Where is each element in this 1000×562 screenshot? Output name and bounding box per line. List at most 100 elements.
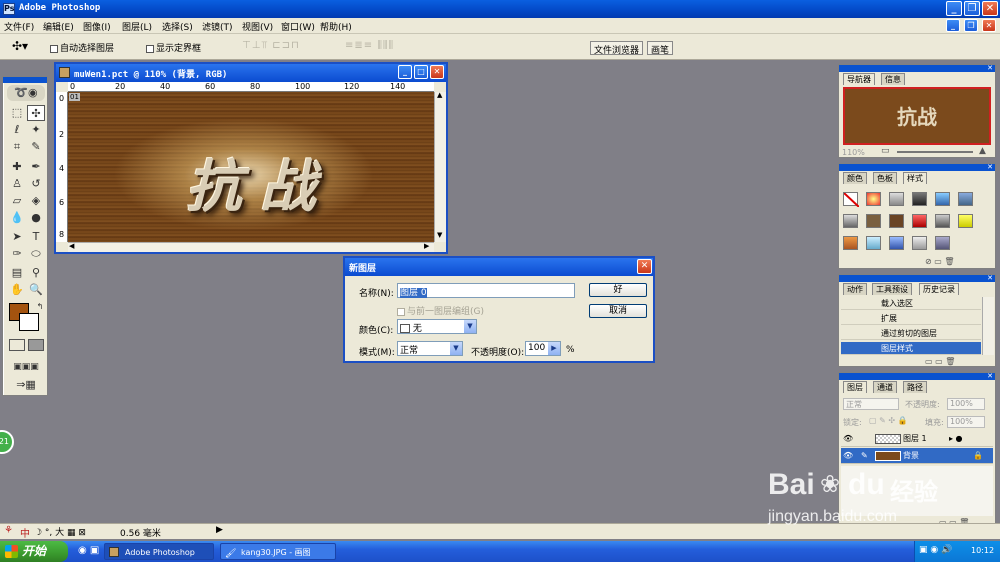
ime-options-icons[interactable]: ☽ °, 大 ▦ ⊠ xyxy=(34,525,86,538)
standard-mode-icon[interactable] xyxy=(9,339,25,351)
blur-tool-icon[interactable]: 💧 xyxy=(8,210,26,226)
panel-footer-icons[interactable]: ▭ ▭ 🗑 xyxy=(925,357,955,366)
show-bounds-checkbox[interactable]: 显示定界框 xyxy=(146,41,201,54)
opacity-field[interactable]: 100 ▶ xyxy=(525,341,561,356)
zoom-in-icon[interactable]: ▲ xyxy=(979,146,986,156)
style-swatch[interactable] xyxy=(866,192,881,206)
style-swatch[interactable] xyxy=(843,236,858,250)
layer-row[interactable]: 👁 图层 1 ▸ ● xyxy=(841,431,993,447)
slice-tool-icon[interactable]: ✎ xyxy=(27,139,45,155)
tab-actions[interactable]: 动作 xyxy=(843,283,867,295)
dodge-tool-icon[interactable]: ● xyxy=(27,210,45,226)
panel-footer-icons[interactable]: ⊘ ▭ 🗑 xyxy=(925,257,955,266)
history-item[interactable]: 通过剪切的图层 xyxy=(841,327,981,340)
style-swatch[interactable] xyxy=(935,236,950,250)
style-swatch[interactable] xyxy=(958,192,973,206)
task-paint[interactable]: 🖌 kang30.JPG - 画图 xyxy=(220,543,336,560)
tab-channels[interactable]: 通道 xyxy=(873,381,897,393)
panel-close-icon[interactable]: ✕ xyxy=(987,64,993,72)
zoom-slider[interactable] xyxy=(897,151,973,153)
style-swatch[interactable] xyxy=(866,214,881,228)
cancel-button[interactable]: 取消 xyxy=(589,304,647,318)
history-item[interactable]: 扩展 xyxy=(841,312,981,325)
clone-stamp-tool-icon[interactable]: ♙ xyxy=(8,176,26,192)
menu-layer[interactable]: 图层(L) xyxy=(122,20,152,33)
tab-paths[interactable]: 路径 xyxy=(903,381,927,393)
dialog-title-bar[interactable]: 新图层 ✕ xyxy=(345,258,653,276)
shape-tool-icon[interactable]: ⬭ xyxy=(27,246,45,262)
tab-info[interactable]: 信息 xyxy=(881,73,905,85)
photoshop-logo-icon[interactable]: ➰◉ xyxy=(7,85,45,101)
chevron-right-icon[interactable]: ▶ xyxy=(548,342,560,355)
color-select[interactable]: 无 ▼ xyxy=(397,319,477,334)
lasso-tool-icon[interactable]: ℓ xyxy=(8,122,26,138)
navigator-zoom[interactable]: 110% xyxy=(842,148,865,157)
image-canvas[interactable]: 01 抗战 xyxy=(68,92,434,242)
style-swatch[interactable] xyxy=(912,192,927,206)
ime-toolbar-icon[interactable]: ⚘ xyxy=(4,525,13,536)
menu-window[interactable]: 窗口(W) xyxy=(281,20,315,33)
screen-mode-icons[interactable]: ▣▣▣ xyxy=(6,359,46,375)
close-button[interactable]: ✕ xyxy=(982,1,998,16)
task-photoshop[interactable]: Adobe Photoshop xyxy=(104,543,214,560)
menu-image[interactable]: 图像(I) xyxy=(83,20,111,33)
style-swatch[interactable] xyxy=(912,214,927,228)
visibility-eye-icon[interactable]: 👁 xyxy=(843,431,853,447)
menu-help[interactable]: 帮助(H) xyxy=(320,20,352,33)
scroll-down-icon[interactable]: ▼ xyxy=(437,231,442,239)
history-brush-tool-icon[interactable]: ↺ xyxy=(27,176,45,192)
auto-select-checkbox[interactable]: 自动选择图层 xyxy=(50,41,114,54)
start-button[interactable]: 开始 xyxy=(0,541,68,562)
mode-select[interactable]: 正常 ▼ xyxy=(397,341,463,356)
layer-row-selected[interactable]: 👁 ✎ 背景 🔒 xyxy=(841,448,993,464)
panel-close-icon[interactable]: ✕ xyxy=(987,163,993,171)
visibility-eye-icon[interactable]: 👁 xyxy=(843,448,853,464)
tab-layers[interactable]: 图层 xyxy=(843,381,867,393)
tab-color[interactable]: 颜色 xyxy=(843,172,867,184)
background-color-swatch[interactable] xyxy=(19,313,39,331)
menu-filter[interactable]: 滤镜(T) xyxy=(202,20,233,33)
clock[interactable]: 10:12 xyxy=(971,546,994,555)
vertical-scrollbar[interactable]: ▲ ▼ xyxy=(434,91,446,242)
quick-launch-icons[interactable]: ◉ ▣ xyxy=(78,545,99,556)
horizontal-scrollbar[interactable]: ◀ ▶ xyxy=(68,242,434,252)
dialog-close-button[interactable]: ✕ xyxy=(637,259,652,274)
style-swatch[interactable] xyxy=(958,214,973,228)
document-minimize-button[interactable]: _ xyxy=(398,65,412,79)
marquee-tool-icon[interactable]: ⬚ xyxy=(8,105,26,121)
eyedropper-tool-icon[interactable]: ⚲ xyxy=(27,265,45,281)
type-tool-icon[interactable]: T xyxy=(27,229,45,245)
fill-field[interactable]: 100% xyxy=(947,416,985,428)
quick-mask-icon[interactable] xyxy=(28,339,44,351)
tab-styles[interactable]: 样式 xyxy=(903,172,927,184)
doc-restore-button[interactable]: ❐ xyxy=(964,19,978,32)
distribute-icons[interactable]: ≡≣≡ ⫼⫼⫼ xyxy=(345,40,394,51)
tab-swatches[interactable]: 色板 xyxy=(873,172,897,184)
ok-button[interactable]: 好 xyxy=(589,283,647,297)
ime-mode[interactable]: 中 xyxy=(20,525,30,540)
layer-name-field[interactable]: 图层 0 xyxy=(397,283,575,298)
history-item-selected[interactable]: 图层样式 xyxy=(841,342,981,355)
tab-file-browser[interactable]: 文件浏览器 xyxy=(590,41,644,56)
history-scrollbar[interactable] xyxy=(982,297,994,355)
style-swatch[interactable] xyxy=(866,236,881,250)
doc-close-button[interactable]: ✕ xyxy=(982,19,996,32)
crop-tool-icon[interactable]: ⌗ xyxy=(8,139,26,155)
tab-brushes[interactable]: 画笔 xyxy=(647,41,674,56)
navigator-thumbnail[interactable]: 抗战 xyxy=(843,87,991,145)
style-swatch[interactable] xyxy=(935,214,950,228)
menu-view[interactable]: 视图(V) xyxy=(242,20,273,33)
magic-wand-tool-icon[interactable]: ✦ xyxy=(27,122,45,138)
brush-tool-icon[interactable]: ✒ xyxy=(27,159,45,175)
notes-tool-icon[interactable]: ▤ xyxy=(8,265,26,281)
zoom-out-icon[interactable]: ▭ xyxy=(881,146,890,156)
layer-opacity-field[interactable]: 100% xyxy=(947,398,985,410)
scroll-right-icon[interactable]: ▶ xyxy=(424,242,429,250)
document-title-bar[interactable]: muWen1.pct @ 110% (背景, RGB) _ □ ✕ xyxy=(56,64,446,82)
document-maximize-button[interactable]: □ xyxy=(414,65,428,79)
healing-brush-tool-icon[interactable]: ✚ xyxy=(8,159,26,175)
style-swatch[interactable] xyxy=(889,236,904,250)
pen-tool-icon[interactable]: ✑ xyxy=(8,246,26,262)
tab-history[interactable]: 历史记录 xyxy=(919,283,959,295)
document-close-button[interactable]: ✕ xyxy=(430,65,444,79)
